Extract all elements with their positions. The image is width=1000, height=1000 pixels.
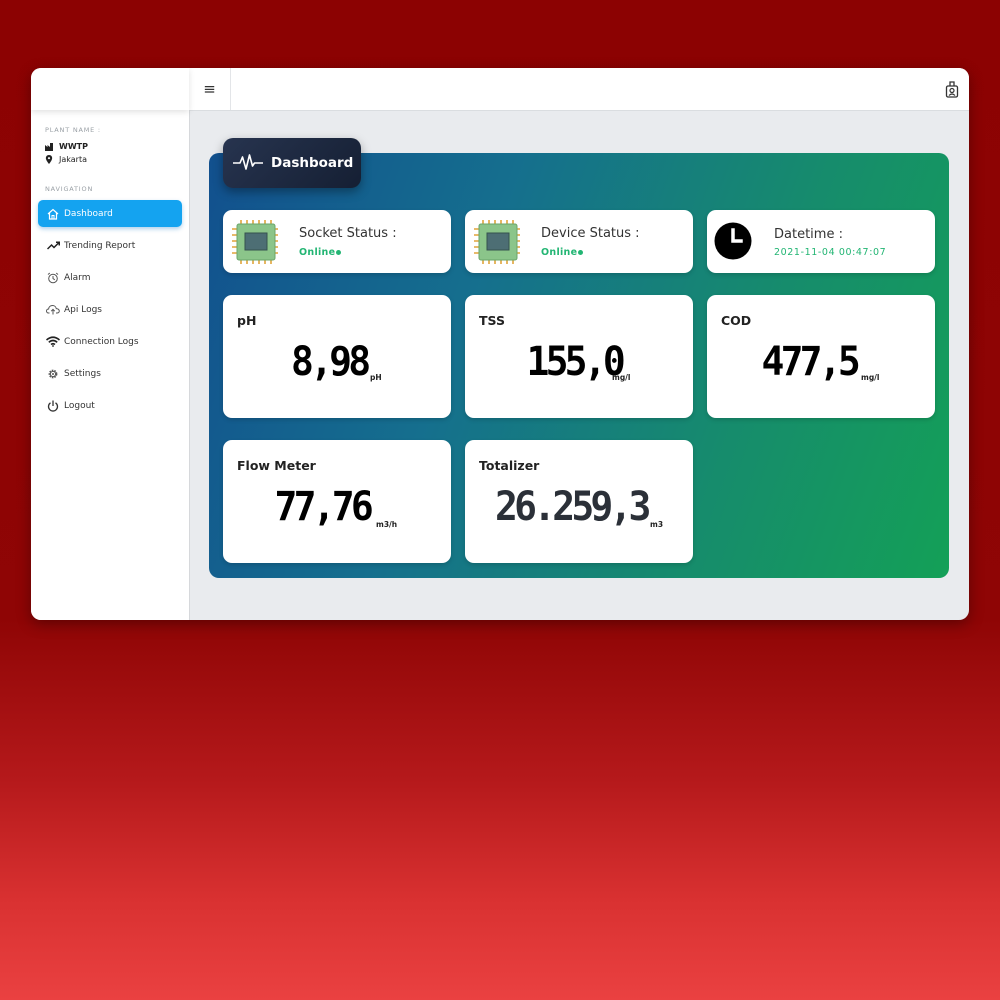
tss-card: TSS 155,0 mg/l (465, 295, 693, 418)
datetime-value: 2021-11-04 00:47:07 (774, 247, 887, 258)
plant-name-text: WWTP (59, 142, 88, 151)
ph-card: pH 8,98 pH (223, 295, 451, 418)
map-pin-icon (45, 155, 53, 164)
trend-icon (46, 239, 60, 253)
tss-unit: mg/l (612, 373, 631, 382)
flow-meter-card: Flow Meter 77,76 m3/h (223, 440, 451, 563)
home-icon (46, 207, 60, 221)
sidebar-item-trending-report[interactable]: Trending Report (38, 232, 182, 259)
device-status-label: Device Status : (541, 226, 640, 241)
ph-unit: pH (370, 373, 382, 382)
logo-area (31, 68, 189, 110)
cod-unit: mg/l (861, 373, 880, 382)
datetime-card: Datetime : 2021-11-04 00:47:07 (707, 210, 935, 273)
sidebar-item-label: Dashboard (64, 208, 113, 219)
top-bar: ≡ (189, 68, 969, 111)
socket-status-value: Online (299, 247, 342, 258)
online-dot (578, 250, 584, 255)
wifi-icon (46, 335, 60, 349)
chip-icon (232, 220, 278, 264)
alarm-clock-icon (46, 271, 60, 285)
sidebar-item-label: Connection Logs (64, 336, 139, 347)
navigation-label: NAVIGATION (45, 185, 94, 193)
totalizer-card: Totalizer 26.259,3 m3 (465, 440, 693, 563)
sidebar-item-settings[interactable]: Settings (38, 360, 182, 387)
online-dot (336, 250, 342, 255)
tss-label: TSS (479, 313, 505, 328)
sidebar-item-label: Logout (64, 400, 95, 411)
factory-icon (45, 142, 53, 151)
sidebar-item-label: Settings (64, 368, 101, 379)
flow-meter-label: Flow Meter (237, 458, 316, 473)
plant-location: Jakarta (45, 155, 87, 164)
device-status-value: Online (541, 247, 584, 258)
dashboard-title-tab: Dashboard (223, 138, 361, 188)
socket-status-label: Socket Status : (299, 226, 397, 241)
sidebar-item-connection-logs[interactable]: Connection Logs (38, 328, 182, 355)
sidebar-item-api-logs[interactable]: Api Logs (38, 296, 182, 323)
device-status-text: Online (541, 247, 578, 258)
hamburger-icon: ≡ (203, 80, 216, 98)
gear-icon (46, 367, 60, 381)
flow-meter-unit: m3/h (376, 520, 398, 529)
datetime-label: Datetime : (774, 227, 843, 242)
clock-icon (714, 222, 752, 260)
plant-name: WWTP (45, 142, 88, 151)
socket-status-card: Socket Status : Online (223, 210, 451, 273)
ph-label: pH (237, 313, 257, 328)
cloud-upload-icon (46, 303, 60, 317)
flow-meter-value: 77,76 (274, 484, 374, 530)
sidebar-item-dashboard[interactable]: Dashboard (38, 200, 182, 227)
sidebar-item-alarm[interactable]: Alarm (38, 264, 182, 291)
totalizer-unit: m3 (650, 520, 664, 529)
socket-status-text: Online (299, 247, 336, 258)
cod-label: COD (721, 313, 752, 328)
plant-location-text: Jakarta (59, 155, 87, 164)
sidebar-item-logout[interactable]: Logout (38, 392, 182, 419)
user-badge-icon[interactable] (945, 80, 959, 98)
chip-icon (474, 220, 520, 264)
totalizer-label: Totalizer (479, 458, 540, 473)
dashboard-title: Dashboard (271, 155, 354, 171)
sidebar-item-label: Alarm (64, 272, 91, 283)
menu-toggle-button[interactable]: ≡ (189, 68, 231, 110)
cod-card: COD 477,5 mg/l (707, 295, 935, 418)
cod-value: 477,5 (761, 339, 861, 385)
sidebar-item-label: Api Logs (64, 304, 102, 315)
totalizer-value: 26.259,3 (495, 484, 651, 530)
tss-value: 155,0 (526, 339, 626, 385)
app-window: ≡ PLANT NAME : WWTP Jakarta NAVIGATION D… (31, 68, 969, 620)
heartbeat-icon (233, 154, 263, 170)
ph-value: 8,98 (291, 339, 371, 385)
device-status-card: Device Status : Online (465, 210, 693, 273)
sidebar: PLANT NAME : WWTP Jakarta NAVIGATION Das… (31, 110, 190, 620)
sidebar-item-label: Trending Report (64, 240, 136, 251)
power-icon (46, 399, 60, 413)
plant-name-label: PLANT NAME : (45, 126, 101, 134)
